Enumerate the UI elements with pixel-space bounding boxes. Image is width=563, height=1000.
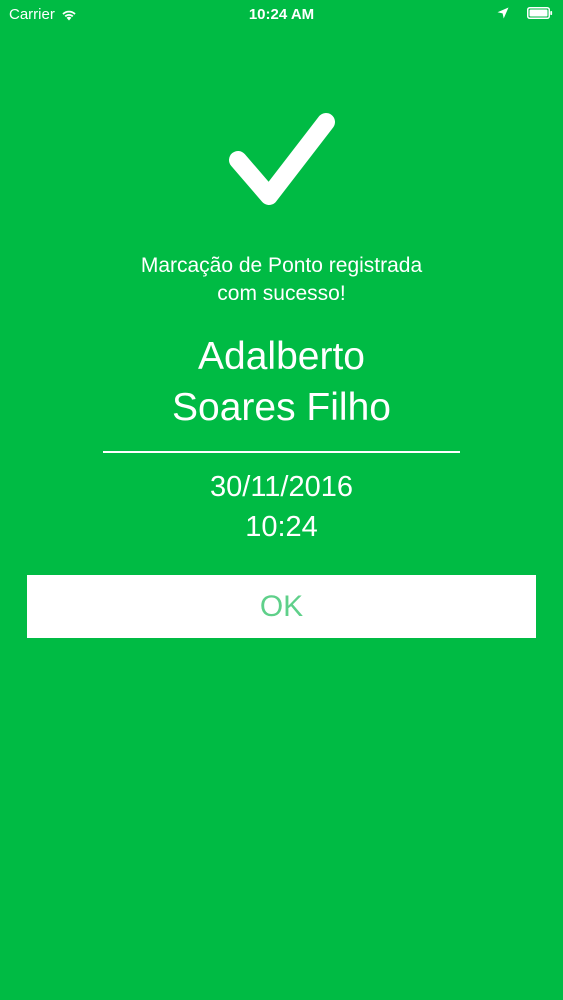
- success-message-line2: com sucesso!: [217, 282, 346, 305]
- status-time: 10:24 AM: [248, 6, 315, 23]
- ok-button[interactable]: OK: [27, 575, 536, 638]
- punch-time: 10:24: [245, 511, 318, 543]
- battery-icon: [527, 7, 553, 19]
- employee-name-line2: Soares Filho: [172, 386, 391, 429]
- status-bar: Carrier 10:24 AM: [0, 0, 563, 30]
- punch-date: 30/11/2016: [210, 471, 353, 503]
- employee-name: Adalberto Soares Filho: [0, 331, 563, 433]
- success-message-line1: Marcação de Ponto registrada: [140, 254, 423, 277]
- employee-name-line1: Adalberto: [198, 335, 365, 378]
- success-message: Marcação de Ponto registrada com sucesso…: [0, 252, 563, 308]
- timestamp: 30/11/2016 10:24: [0, 467, 563, 547]
- location-arrow-icon: [497, 7, 509, 19]
- divider: [103, 451, 460, 453]
- checkmark-icon: [229, 113, 335, 205]
- status-right-icons: [497, 7, 553, 19]
